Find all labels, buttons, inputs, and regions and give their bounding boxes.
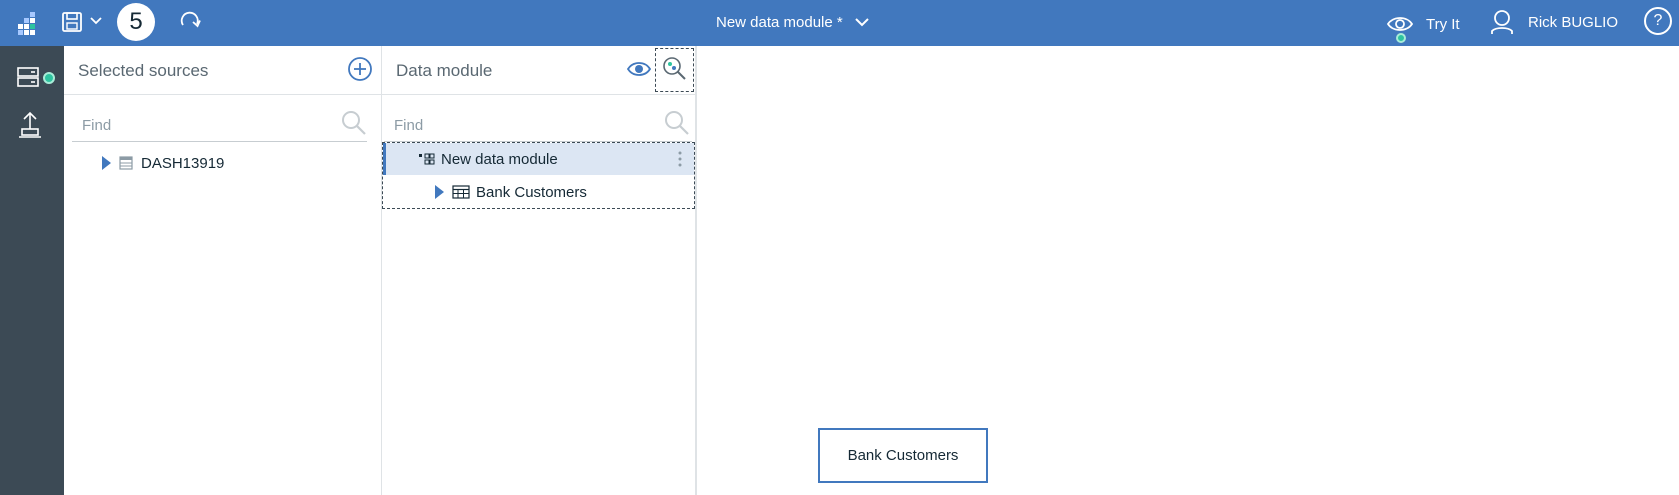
database-icon <box>119 156 133 170</box>
source-item[interactable]: DASH13919 <box>102 152 224 174</box>
panel-title: Selected sources <box>78 61 209 80</box>
status-dot <box>1396 33 1406 43</box>
module-icon <box>419 152 435 166</box>
sources-find-box <box>72 106 367 142</box>
try-it-button[interactable]: Try It <box>1386 8 1460 43</box>
panel-header: Data module <box>382 46 695 95</box>
chevron-down-icon <box>855 17 869 27</box>
step-badge: 5 <box>117 3 155 41</box>
search-icon[interactable] <box>341 110 367 141</box>
table-node-label: Bank Customers <box>847 447 959 464</box>
help-icon[interactable]: ? <box>1644 7 1672 35</box>
try-it-label: Try It <box>1426 15 1460 33</box>
table-icon <box>452 185 470 199</box>
table-item[interactable]: Bank Customers <box>435 181 587 203</box>
module-title-menu[interactable]: New data module * <box>716 10 869 34</box>
user-icon <box>1490 9 1514 35</box>
module-title: New data module * <box>716 13 843 31</box>
selected-sources-panel: Selected sources DASH <box>64 46 382 495</box>
data-server-icon[interactable] <box>16 66 58 92</box>
relationship-search-icon[interactable] <box>655 48 694 92</box>
save-icon[interactable] <box>58 8 86 36</box>
user-name: Rick BUGLIO <box>1528 13 1619 31</box>
redo-icon[interactable] <box>174 6 206 38</box>
step-number: 5 <box>117 3 155 41</box>
module-tree: New data module Bank Customers <box>382 142 695 209</box>
module-root: New data module <box>419 149 558 169</box>
module-search-input[interactable] <box>394 117 614 134</box>
expand-icon[interactable] <box>435 185 444 199</box>
module-root-label: New data module <box>441 150 558 168</box>
top-bar: 5 New data module * Try It Rick BUGLIO ? <box>0 0 1679 46</box>
search-icon[interactable] <box>664 110 690 141</box>
add-source-icon[interactable] <box>347 56 373 82</box>
user-menu[interactable]: Rick BUGLIO <box>1490 8 1618 36</box>
left-rail <box>0 46 64 495</box>
expand-icon[interactable] <box>102 156 111 170</box>
upload-icon[interactable] <box>18 111 42 139</box>
table-label: Bank Customers <box>476 183 587 201</box>
chevron-down-icon[interactable] <box>88 13 104 29</box>
sources-search-input[interactable] <box>82 117 302 134</box>
panel-header: Selected sources <box>64 46 381 95</box>
panel-title: Data module <box>396 61 493 80</box>
module-find-box <box>384 106 692 142</box>
overflow-menu-icon[interactable] <box>678 151 682 167</box>
data-module-panel: Data module Find New data module Bank Cu… <box>382 46 697 495</box>
eye-icon[interactable] <box>626 60 652 83</box>
app-grid-icon[interactable] <box>12 8 42 38</box>
table-node[interactable]: Bank Customers <box>818 428 988 483</box>
source-label: DASH13919 <box>141 154 225 172</box>
eye-icon <box>1386 10 1414 43</box>
help-label: ? <box>1653 12 1663 29</box>
module-root-row[interactable]: New data module <box>383 143 694 175</box>
